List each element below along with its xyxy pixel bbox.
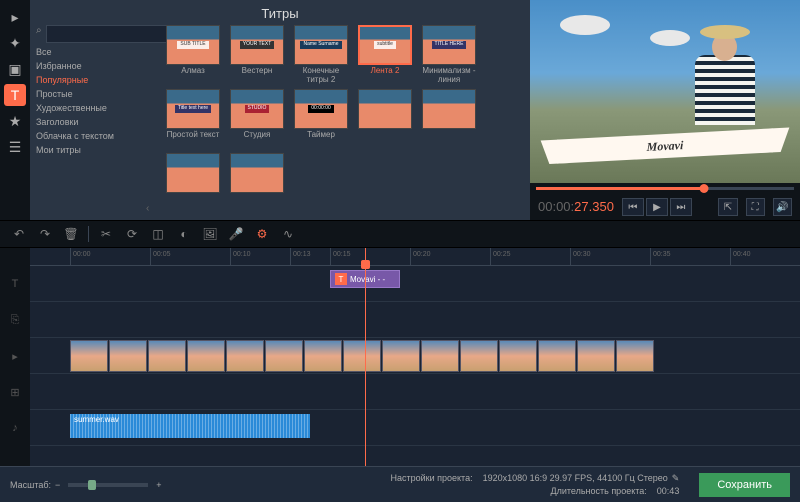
audio-track[interactable]: summer.wav <box>30 410 800 446</box>
video-track[interactable] <box>30 338 800 374</box>
search-icon[interactable]: ⌕ <box>36 25 42 43</box>
tile-western[interactable]: YOUR TEXTВестерн <box>228 25 286 83</box>
color-button[interactable]: ◐ <box>173 224 195 244</box>
link-track[interactable] <box>30 302 800 338</box>
tile-extra4[interactable] <box>228 153 286 193</box>
status-bar: Масштаб: − + Настройки проекта: 1920x108… <box>0 466 800 502</box>
chevron-left-icon[interactable]: ‹ <box>146 25 164 214</box>
track-audio-icon[interactable]: ♪ <box>0 410 30 446</box>
playhead[interactable] <box>365 248 366 466</box>
cut-button[interactable]: ✂ <box>95 224 117 244</box>
timeline-toolbar: ↶ ↷ 🗑 ✂ ⟳ ◫ ◐ 🖼 🎤 ⚙ ∿ <box>0 220 800 248</box>
next-button[interactable]: ⏭ <box>670 198 692 216</box>
sidebar-titles-icon[interactable]: T <box>4 84 26 106</box>
track-header-gutter: T ⎘ ▸ ⊞ ♪ <box>0 248 30 466</box>
duration-label: Длительность проекта: <box>550 486 646 496</box>
undo-button[interactable]: ↶ <box>8 224 30 244</box>
track-overlay-icon[interactable]: ⊞ <box>0 374 30 410</box>
sidebar-more-icon[interactable]: ☰ <box>4 136 26 158</box>
video-clip[interactable] <box>343 340 381 372</box>
tile-credits[interactable]: Name SurnameКонечные титры 2 <box>292 25 350 83</box>
preview-panel: Movavi 00:00:27.350 ⏮ ▶ ⏭ ⇱ ⛶ 🔊 <box>530 0 800 220</box>
sidebar-transitions-icon[interactable]: ▣ <box>4 58 26 80</box>
fullscreen-icon[interactable]: ⛶ <box>746 198 765 216</box>
tile-minimal[interactable]: TITLE HEREМинимализм - линия <box>420 25 478 83</box>
time-ruler[interactable]: 00:00 00:05 00:10 00:13 00:15 00:20 00:2… <box>30 248 800 266</box>
tile-timer[interactable]: 00:00:00Таймер <box>292 89 350 147</box>
cat-popular[interactable]: Популярные <box>36 73 142 87</box>
tile-extra2[interactable] <box>420 89 478 147</box>
tile-extra3[interactable] <box>164 153 222 193</box>
video-clip[interactable] <box>304 340 342 372</box>
video-clip[interactable] <box>148 340 186 372</box>
audio-clip[interactable]: summer.wav <box>70 414 310 438</box>
tile-ribbon2[interactable]: subtitleЛента 2 <box>356 25 414 83</box>
timeline: T ⎘ ▸ ⊞ ♪ 00:00 00:05 00:10 00:13 00:15 … <box>0 248 800 466</box>
preview-title-overlay: Movavi <box>557 128 773 163</box>
titles-panel: Титры ⌕ Все Избранное Популярные Простые… <box>30 0 530 220</box>
titles-track[interactable]: TMovavi - - <box>30 266 800 302</box>
video-clip[interactable] <box>382 340 420 372</box>
zoom-in-icon[interactable]: + <box>156 480 161 490</box>
cat-artistic[interactable]: Художественные <box>36 101 142 115</box>
tile-studio[interactable]: STUDIOСтудия <box>228 89 286 147</box>
prev-button[interactable]: ⏮ <box>622 198 644 216</box>
cat-fav[interactable]: Избранное <box>36 59 142 73</box>
track-titles-icon[interactable]: T <box>0 266 30 302</box>
video-clip[interactable] <box>538 340 576 372</box>
redo-button[interactable]: ↷ <box>34 224 56 244</box>
crop-button[interactable]: ◫ <box>147 224 169 244</box>
play-button[interactable]: ▶ <box>646 198 668 216</box>
video-clip[interactable] <box>109 340 147 372</box>
sidebar-effects-icon[interactable]: ✦ <box>4 32 26 54</box>
video-clip[interactable] <box>499 340 537 372</box>
sidebar-media-icon[interactable]: ▸ <box>4 6 26 28</box>
video-clip[interactable] <box>616 340 654 372</box>
edit-settings-icon[interactable]: ✎ <box>672 473 680 483</box>
duration-value: 00:43 <box>657 486 680 496</box>
video-clip[interactable] <box>421 340 459 372</box>
image-button[interactable]: 🖼 <box>199 224 221 244</box>
cat-mine[interactable]: Мои титры <box>36 143 142 157</box>
volume-icon[interactable]: 🔊 <box>773 198 792 216</box>
video-clip[interactable] <box>460 340 498 372</box>
timecode: 00:00:27.350 <box>538 199 614 215</box>
video-clip[interactable] <box>187 340 225 372</box>
track-video-icon[interactable]: ▸ <box>0 338 30 374</box>
gear-button[interactable]: ⚙ <box>251 224 273 244</box>
preview-progress[interactable] <box>536 187 794 190</box>
cat-headings[interactable]: Заголовки <box>36 115 142 129</box>
cat-simple[interactable]: Простые <box>36 87 142 101</box>
track-link-icon[interactable]: ⎘ <box>0 302 30 338</box>
overlay-track[interactable] <box>30 374 800 410</box>
cat-bubbles[interactable]: Облачка с текстом <box>36 129 142 143</box>
mic-button[interactable]: 🎤 <box>225 224 247 244</box>
preview-canvas: Movavi <box>530 0 800 183</box>
settings-value: 1920x1080 16:9 29.97 FPS, 44100 Гц Стере… <box>483 473 668 483</box>
zoom-label: Масштаб: <box>10 480 51 490</box>
zoom-out-icon[interactable]: − <box>55 480 60 490</box>
zoom-slider[interactable] <box>68 483 148 487</box>
cat-all[interactable]: Все <box>36 45 142 59</box>
rotate-button[interactable]: ⟳ <box>121 224 143 244</box>
video-clip[interactable] <box>70 340 108 372</box>
video-clip[interactable] <box>226 340 264 372</box>
video-clip[interactable] <box>265 340 303 372</box>
save-button[interactable]: Сохранить <box>699 473 790 497</box>
export-icon[interactable]: ⇱ <box>718 198 737 216</box>
video-clip[interactable] <box>577 340 615 372</box>
equalizer-button[interactable]: ∿ <box>277 224 299 244</box>
settings-label: Настройки проекта: <box>390 473 472 483</box>
delete-button[interactable]: 🗑 <box>60 224 82 244</box>
category-list: Все Избранное Популярные Простые Художес… <box>36 45 146 157</box>
tile-extra1[interactable] <box>356 89 414 147</box>
timeline-tracks[interactable]: 00:00 00:05 00:10 00:13 00:15 00:20 00:2… <box>30 248 800 466</box>
tile-almaz[interactable]: SUB TITLEАлмаз <box>164 25 222 83</box>
sidebar-stickers-icon[interactable]: ★ <box>4 110 26 132</box>
tool-sidebar: ▸ ✦ ▣ T ★ ☰ <box>0 0 30 220</box>
titles-grid: SUB TITLEАлмаз YOUR TEXTВестерн Name Sur… <box>164 25 524 214</box>
tile-simple[interactable]: Title text hereПростой текст <box>164 89 222 147</box>
panel-title: Титры <box>36 6 524 21</box>
